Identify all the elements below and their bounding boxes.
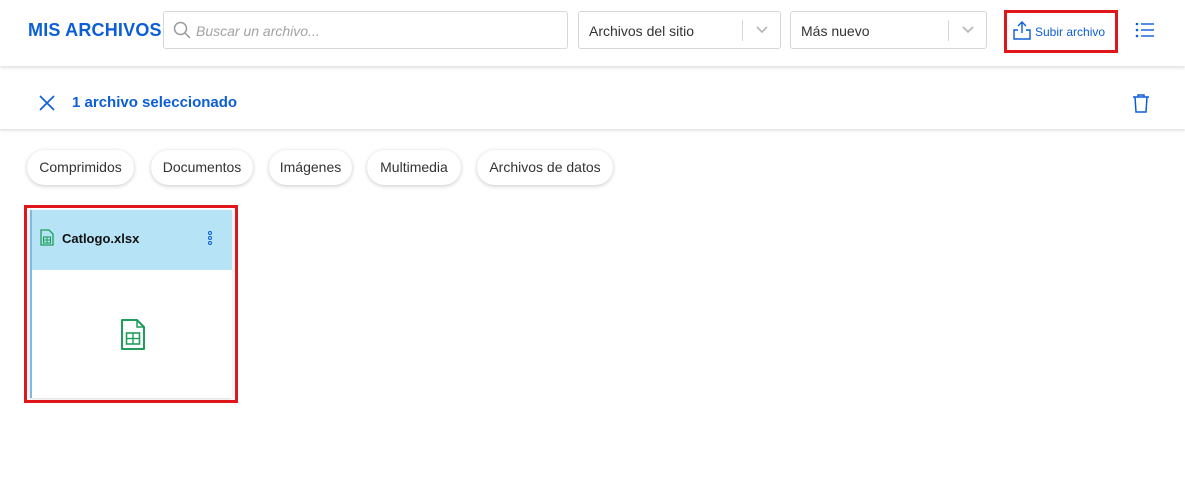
file-name: Catlogo.xlsx (62, 231, 140, 246)
select-divider (742, 20, 743, 41)
filter-chip-data-files[interactable]: Archivos de datos (477, 150, 613, 185)
spreadsheet-icon (40, 229, 54, 246)
upload-icon (1013, 21, 1031, 40)
filter-chip-images[interactable]: Imágenes (269, 150, 352, 185)
top-bar: MIS ARCHIVOS Archivos del sitio Más nuev… (0, 0, 1185, 66)
upload-file-button[interactable]: Subir archivo (1004, 10, 1118, 53)
list-view-icon[interactable] (1135, 21, 1155, 39)
filter-chip-multimedia[interactable]: Multimedia (367, 150, 461, 185)
sort-select[interactable]: Más nuevo (790, 11, 987, 49)
trash-icon[interactable] (1132, 93, 1150, 114)
file-card[interactable]: Catlogo.xlsx (24, 205, 238, 403)
upload-file-label: Subir archivo (1035, 25, 1106, 39)
more-options-icon[interactable] (207, 231, 213, 245)
selection-count: 1 archivo seleccionado (72, 94, 238, 111)
select-divider (948, 20, 949, 41)
chevron-down-icon[interactable] (961, 25, 975, 35)
selection-bar: 1 archivo seleccionado (0, 77, 1185, 129)
search-input[interactable] (196, 19, 556, 43)
filter-chip-documents[interactable]: Documentos (151, 150, 253, 185)
close-icon[interactable] (38, 94, 56, 112)
search-icon (173, 21, 191, 39)
chevron-down-icon[interactable] (755, 25, 769, 35)
sort-select-value: Más nuevo (801, 23, 870, 39)
spreadsheet-icon (121, 319, 145, 350)
source-select-value: Archivos del sitio (589, 23, 695, 39)
search-box[interactable] (163, 11, 568, 49)
file-card-header[interactable]: Catlogo.xlsx (32, 210, 232, 270)
file-card-body[interactable]: Catlogo.xlsx (30, 210, 232, 398)
source-select[interactable]: Archivos del sitio (578, 11, 781, 49)
filter-chip-compressed[interactable]: Comprimidos (27, 150, 134, 185)
page-title: MIS ARCHIVOS (28, 20, 162, 40)
